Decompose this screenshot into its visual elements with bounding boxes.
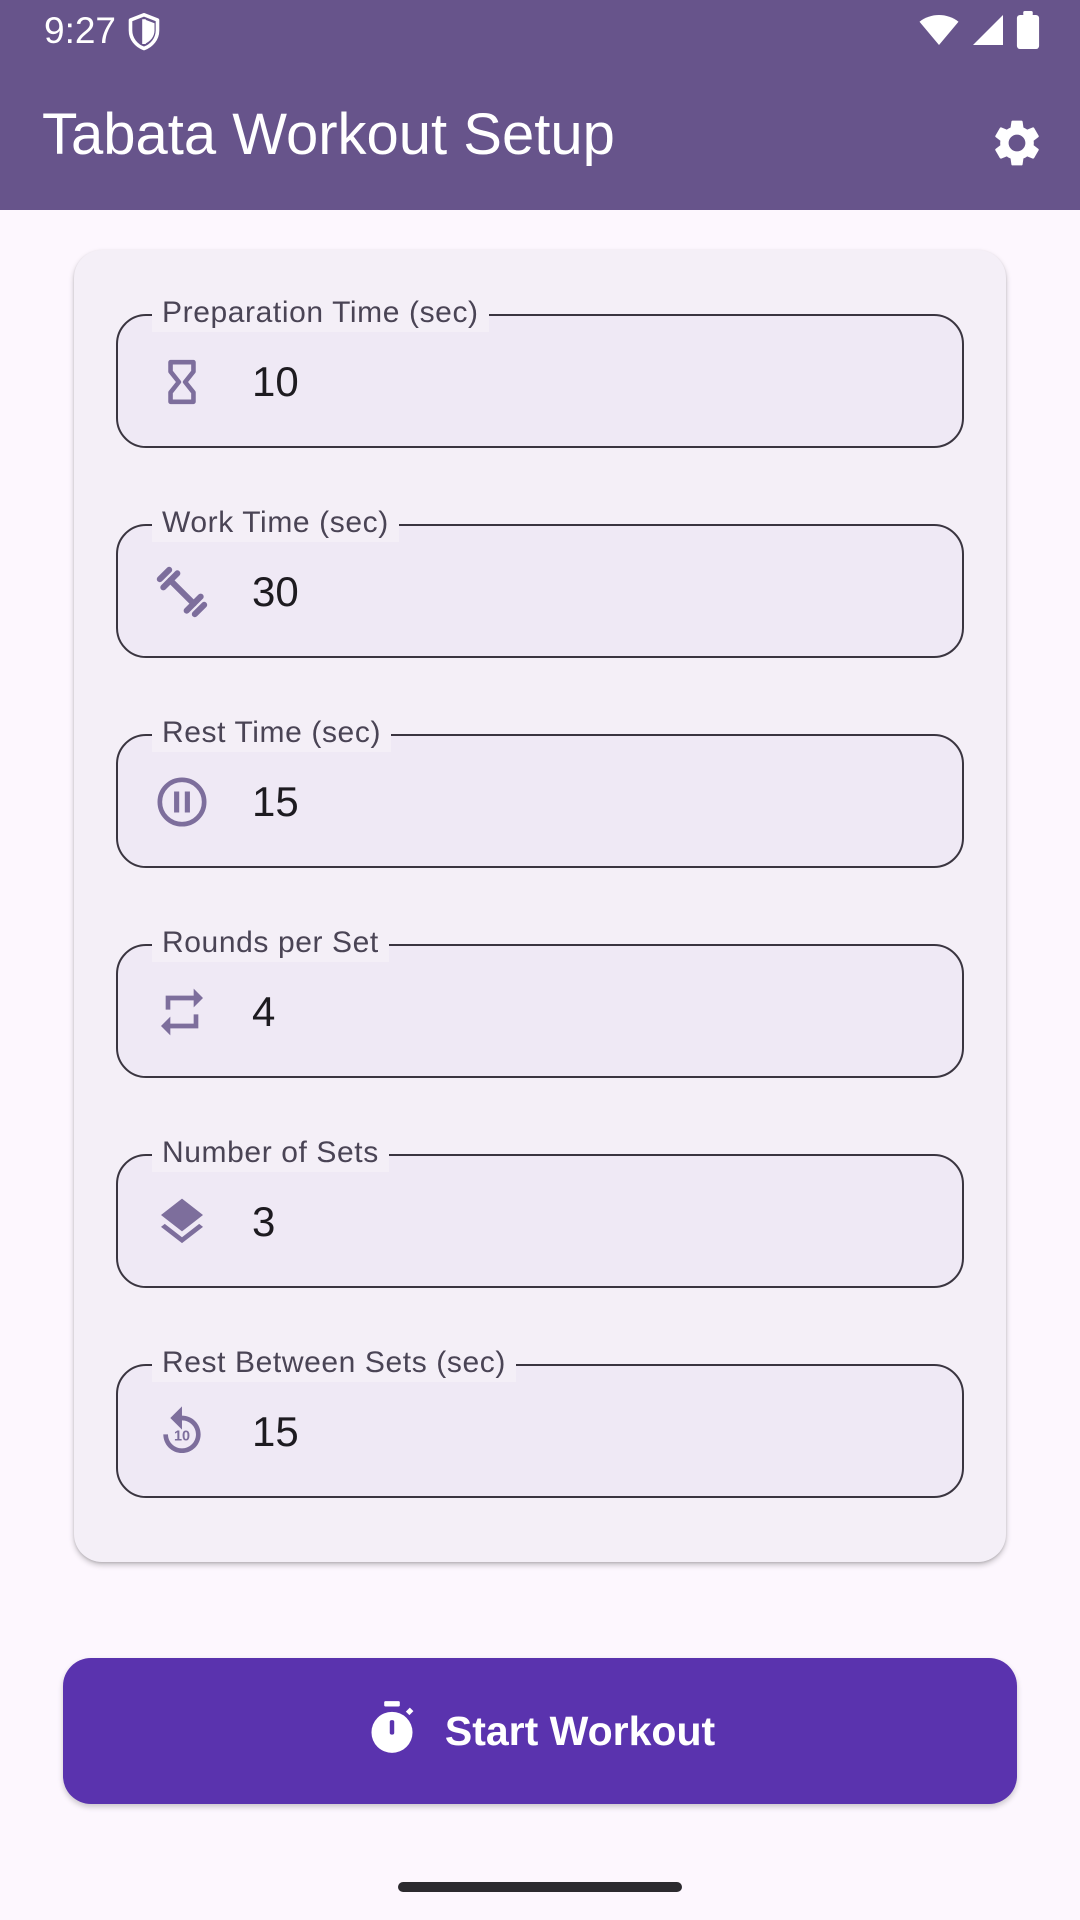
app-bar: 9:27 Tabata Workout Setup xyxy=(0,0,1080,210)
hourglass-icon xyxy=(152,352,212,412)
pause-circle-icon xyxy=(152,772,212,832)
signal-icon xyxy=(970,12,1006,53)
svg-text:10: 10 xyxy=(174,1428,190,1444)
start-workout-label: Start Workout xyxy=(444,1708,716,1754)
field-value[interactable]: 3 xyxy=(252,1196,275,1248)
rest-time-field[interactable]: Rest Time (sec) 15 xyxy=(116,714,964,868)
wifi-icon xyxy=(918,12,960,53)
status-icons xyxy=(918,10,1040,54)
settings-button[interactable] xyxy=(972,100,1062,190)
field-label: Rounds per Set xyxy=(152,924,389,962)
field-label: Work Time (sec) xyxy=(152,504,399,542)
number-of-sets-field[interactable]: Number of Sets 3 xyxy=(116,1134,964,1288)
preparation-time-field[interactable]: Preparation Time (sec) 10 xyxy=(116,294,964,448)
shield-icon xyxy=(126,12,162,52)
field-label: Rest Between Sets (sec) xyxy=(152,1344,516,1382)
field-label: Rest Time (sec) xyxy=(152,714,392,752)
field-value[interactable]: 30 xyxy=(252,566,299,618)
page-title: Tabata Workout Setup xyxy=(42,102,615,167)
field-label: Number of Sets xyxy=(152,1134,389,1172)
status-time: 9:27 xyxy=(44,10,117,51)
stopwatch-icon xyxy=(365,1700,419,1763)
home-indicator[interactable] xyxy=(398,1882,682,1892)
battery-icon xyxy=(1016,10,1040,54)
rounds-per-set-field[interactable]: Rounds per Set 4 xyxy=(116,924,964,1078)
rest-between-sets-field[interactable]: Rest Between Sets (sec) 10 15 xyxy=(116,1344,964,1498)
dumbbell-icon xyxy=(152,562,212,622)
field-value[interactable]: 15 xyxy=(252,1406,299,1458)
field-label: Preparation Time (sec) xyxy=(152,294,489,332)
repeat-icon xyxy=(152,982,212,1042)
field-value[interactable]: 15 xyxy=(252,776,299,828)
field-value[interactable]: 4 xyxy=(252,986,275,1038)
field-value[interactable]: 10 xyxy=(252,356,299,408)
gear-icon xyxy=(989,115,1045,176)
work-time-field[interactable]: Work Time (sec) 30 xyxy=(116,504,964,658)
layers-icon xyxy=(152,1192,212,1252)
replay-10-icon: 10 xyxy=(152,1402,212,1462)
start-workout-button[interactable]: Start Workout xyxy=(63,1658,1017,1804)
